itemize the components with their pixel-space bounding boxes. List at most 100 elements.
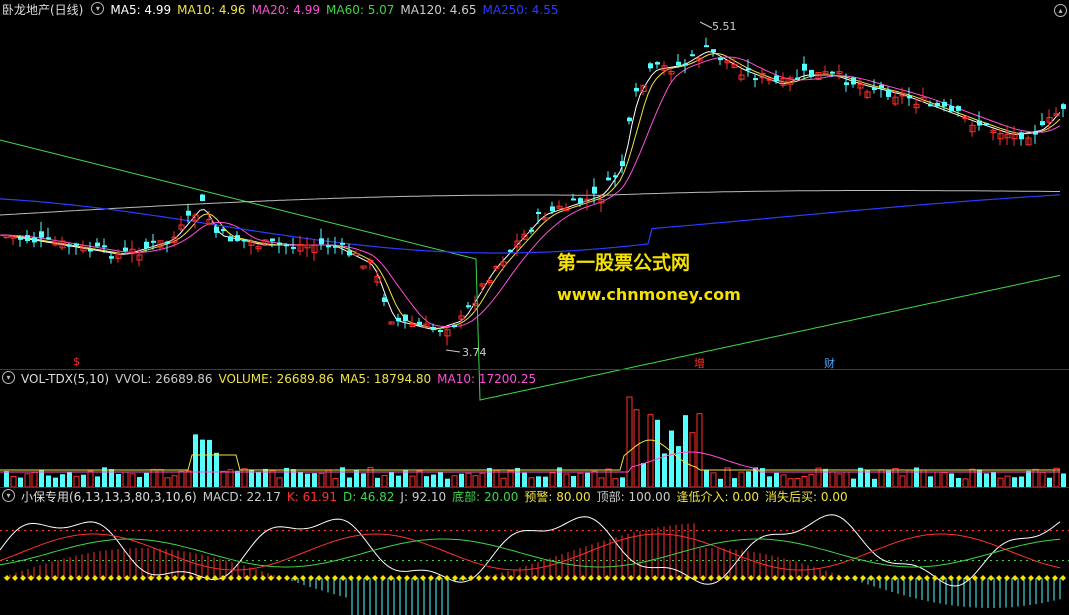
warning-dot: [342, 530, 344, 531]
warning-dot: [510, 530, 512, 531]
candle-body: [396, 317, 401, 322]
ma20-label: MA20: 4.99: [251, 3, 320, 17]
warning-dot: [942, 530, 944, 531]
warning-dot: [402, 530, 404, 531]
volume-bar: [445, 478, 450, 487]
warning-dot: [312, 530, 314, 531]
bottom-dot: [870, 560, 872, 561]
volume-bar: [493, 469, 500, 488]
signal-diamond: [876, 575, 882, 581]
warning-dot: [570, 530, 572, 531]
warning-dot: [690, 530, 692, 531]
signal-diamond: [732, 575, 738, 581]
volume-bar: [305, 473, 310, 487]
signal-diamond: [852, 575, 858, 581]
warning-dot: [372, 530, 374, 531]
warning-dot: [12, 530, 14, 531]
volume-bar: [949, 473, 954, 487]
signal-diamond: [100, 575, 106, 581]
signal-diamond: [700, 575, 706, 581]
warning-dot: [18, 530, 20, 531]
candle-body: [746, 68, 751, 71]
warning-dot: [498, 530, 500, 531]
bottom-dot: [162, 560, 164, 561]
warning-dot: [882, 530, 884, 531]
bottom-dot: [60, 560, 62, 561]
signal-diamond: [588, 575, 594, 581]
bottom-dot: [588, 560, 590, 561]
warning-dot: [750, 530, 752, 531]
bottom-dot: [510, 560, 512, 561]
volume-bar: [941, 471, 948, 488]
low-price-label: 3.74: [462, 346, 487, 359]
settings-circle-icon[interactable]: ▾: [91, 2, 105, 15]
signal-diamond: [236, 575, 242, 581]
bottom-dot: [654, 560, 656, 561]
candle-body: [830, 71, 835, 74]
volume-bar: [620, 477, 625, 487]
bottom-dot: [504, 560, 506, 561]
volume-legend: ▾ VOL-TDX(5,10) VVOL: 26689.86 VOLUME: 2…: [0, 371, 542, 387]
volume-bar: [801, 476, 808, 488]
warning-dot: [132, 530, 134, 531]
bottom-dot: [768, 560, 770, 561]
signal-diamond: [740, 575, 746, 581]
warning-dot: [756, 530, 758, 531]
warning-dot: [276, 530, 278, 531]
volume-bar: [193, 434, 198, 487]
volume-bar: [479, 472, 486, 488]
volume-settings-icon[interactable]: ▾: [2, 371, 15, 384]
bottom-dot: [522, 560, 524, 561]
warning-dot: [1062, 530, 1064, 531]
bottom-dot: [918, 560, 920, 561]
k-label: K: 61.91: [286, 490, 337, 504]
warning-dot: [618, 530, 620, 531]
warning-dot: [612, 530, 614, 531]
expand-circle-icon[interactable]: ▴: [1054, 4, 1067, 17]
candle-body: [200, 194, 205, 202]
volume-bar: [647, 414, 654, 488]
candle-body: [277, 242, 282, 245]
volume-bar: [1061, 473, 1066, 487]
candle-body: [795, 77, 800, 80]
candle-body: [774, 75, 779, 82]
warning-dot: [816, 530, 818, 531]
bottom-dot: [792, 560, 794, 561]
price-volume-indicator-canvas[interactable]: [0, 0, 1069, 615]
bottom-dot: [390, 560, 392, 561]
warning-dot: [144, 530, 146, 531]
warning-label: 预警: 80.00: [524, 490, 591, 504]
vvol-label: VVOL: 26689.86: [115, 372, 213, 386]
candle-body: [39, 231, 44, 238]
candle-body: [529, 229, 534, 232]
warning-dot: [1014, 530, 1016, 531]
signal-diamond: [956, 575, 962, 581]
bottom-dot: [402, 560, 404, 561]
bottom-dot: [744, 560, 746, 561]
indicator-settings-icon[interactable]: ▾: [2, 489, 15, 502]
warning-dot: [234, 530, 236, 531]
bottom-dot: [534, 560, 536, 561]
volume-bar: [760, 468, 765, 487]
warning-dot: [228, 530, 230, 531]
warning-dot: [1008, 530, 1010, 531]
warning-dot: [408, 530, 410, 531]
signal-diamond: [596, 575, 602, 581]
warning-dot: [66, 530, 68, 531]
panel-divider-1: [0, 369, 1069, 370]
warning-dot: [438, 530, 440, 531]
event-marker-dollar[interactable]: $: [73, 355, 80, 368]
candle-body: [956, 106, 961, 111]
warning-dot: [822, 530, 824, 531]
candle-body: [165, 241, 170, 244]
bottom-dot: [1008, 560, 1010, 561]
candle-body: [711, 49, 716, 53]
warning-dot: [840, 530, 842, 531]
bottom-dot: [174, 560, 176, 561]
bottom-dot: [690, 560, 692, 561]
volume-bar: [549, 472, 556, 488]
warning-dot: [624, 530, 626, 531]
bottom-dot: [270, 560, 272, 561]
volume-bar: [794, 477, 801, 488]
candle-body: [977, 120, 982, 126]
